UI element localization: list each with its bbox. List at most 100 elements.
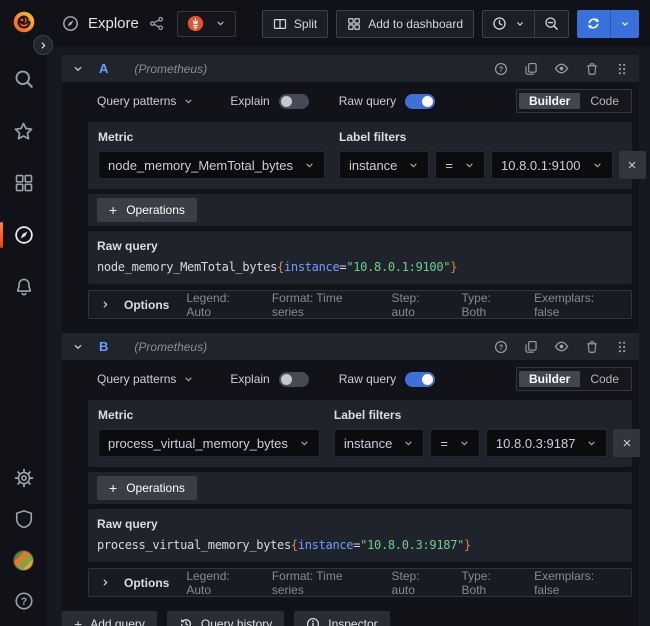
sidebar-item-alerting[interactable] [0,276,47,298]
query-patterns-dropdown[interactable]: Query patterns [97,94,194,108]
chevron-down-icon [403,438,414,449]
remove-filter-button[interactable]: × [619,151,646,179]
filter-key-select[interactable]: instance [334,429,424,457]
page-title: Explore [88,15,139,32]
code-mode-option[interactable]: Code [580,371,629,387]
split-button[interactable]: Split [262,10,328,38]
plus-icon: + [109,202,117,218]
query-row-header[interactable]: A (Prometheus) [62,55,639,82]
chevron-down-icon [183,96,194,107]
disable-query-eye-icon[interactable] [554,61,569,76]
sidebar-item-dashboards[interactable] [0,172,47,194]
metric-label: Metric [98,408,320,422]
split-label: Split [294,17,317,31]
explore-compass-icon [62,15,79,32]
run-query-interval-dropdown[interactable] [610,10,639,38]
sidebar-item-help[interactable] [0,590,47,612]
chevron-down-icon [620,19,630,29]
chevron-right-icon [100,299,111,310]
compass-icon [14,225,34,245]
raw-query-toggle[interactable] [405,372,435,387]
option-exemplars: Exemplars: false [534,569,620,597]
metric-select[interactable]: node_memory_MemTotal_bytes [98,151,325,179]
search-icon [14,69,34,89]
sidebar-expand-button[interactable] [33,35,53,55]
filter-key-value: instance [349,158,397,173]
code-mode-option[interactable]: Code [580,93,629,109]
duplicate-query-icon[interactable] [524,62,538,76]
drag-handle-icon[interactable] [615,340,629,354]
label-filters-label: Label filters [339,130,650,144]
option-step: Step: auto [392,291,445,319]
builder-mode-option[interactable]: Builder [519,93,580,109]
drag-handle-icon[interactable] [615,62,629,76]
explore-footer: + Add query Query history Inspector [62,611,639,626]
star-icon [13,121,34,142]
filter-operator-select[interactable]: = [435,151,485,179]
add-query-button[interactable]: + Add query [62,611,157,626]
remove-query-trash-icon[interactable] [585,62,599,76]
query-patterns-dropdown[interactable]: Query patterns [97,372,194,386]
query-datasource-hint: (Prometheus) [134,62,207,76]
gear-icon [14,468,34,488]
metric-labels-panel: Metric node_memory_MemTotal_bytes Label … [88,122,632,189]
filter-value-select[interactable]: 10.8.0.1:9100 [491,151,613,179]
query-editor-row-a: A (Prometheus) Query patterns Explain [62,55,639,319]
option-legend: Legend: Auto [186,291,255,319]
sidebar-item-explore[interactable] [0,224,47,246]
label-filters-field: Label filters instance = 10.8. [334,408,650,457]
query-history-button[interactable]: Query history [167,611,284,626]
disable-query-eye-icon[interactable] [554,339,569,354]
metric-field: Metric process_virtual_memory_bytes [98,408,320,457]
chevron-down-icon [183,374,194,385]
add-to-dashboard-button[interactable]: Add to dashboard [336,10,474,38]
query-row-header[interactable]: B (Prometheus) [62,333,639,360]
builder-mode-option[interactable]: Builder [519,371,580,387]
query-row-actions [494,339,629,354]
history-icon [179,617,193,626]
datasource-help-icon[interactable] [494,62,508,76]
share-icon[interactable] [149,16,164,31]
options-collapsed-row[interactable]: Options Legend: Auto Format: Time series… [88,290,632,319]
time-zoom-out-button[interactable] [534,11,568,37]
sidebar-item-profile[interactable] [0,549,47,571]
raw-query-title: Raw query [97,239,623,253]
metric-select[interactable]: process_virtual_memory_bytes [98,429,320,457]
grafana-logo-icon[interactable] [11,9,37,35]
avatar [13,550,34,571]
plus-icon: + [74,616,82,626]
option-step: Step: auto [392,569,445,597]
query-patterns-label: Query patterns [97,94,176,108]
sidebar-item-configuration[interactable] [0,467,47,489]
collapse-chevron-icon[interactable] [72,63,84,75]
query-ref-id: A [99,61,108,76]
explain-toggle[interactable] [279,94,309,109]
sidebar-item-server-admin[interactable] [0,508,47,530]
filter-value: 10.8.0.3:9187 [496,436,576,451]
filter-key-select[interactable]: instance [339,151,429,179]
filter-operator-select[interactable]: = [430,429,480,457]
metric-labels-panel: Metric process_virtual_memory_bytes Labe… [88,400,632,467]
filter-value-select[interactable]: 10.8.0.3:9187 [486,429,608,457]
sidebar-item-starred[interactable] [0,120,47,142]
datasource-picker[interactable] [177,11,236,37]
sidebar-item-search[interactable] [0,68,47,90]
options-collapsed-row[interactable]: Options Legend: Auto Format: Time series… [88,568,632,597]
inspector-button[interactable]: Inspector [294,611,389,626]
add-operation-button[interactable]: + Operations [97,476,197,500]
remove-filter-button[interactable]: × [613,429,640,457]
add-query-label: Add query [90,617,145,626]
explain-toggle[interactable] [279,372,309,387]
apps-grid-icon [347,17,361,31]
raw-query-panel: Raw query node_memory_MemTotal_bytes{ins… [88,231,632,284]
time-picker-button[interactable] [483,11,534,37]
collapse-chevron-icon[interactable] [72,341,84,353]
raw-query-toggle[interactable] [405,94,435,109]
run-query-button[interactable] [577,10,610,38]
filter-operator-value: = [445,158,453,173]
datasource-help-icon[interactable] [494,340,508,354]
add-operation-button[interactable]: + Operations [97,198,197,222]
duplicate-query-icon[interactable] [524,340,538,354]
label-filters-label: Label filters [334,408,650,422]
remove-query-trash-icon[interactable] [585,340,599,354]
